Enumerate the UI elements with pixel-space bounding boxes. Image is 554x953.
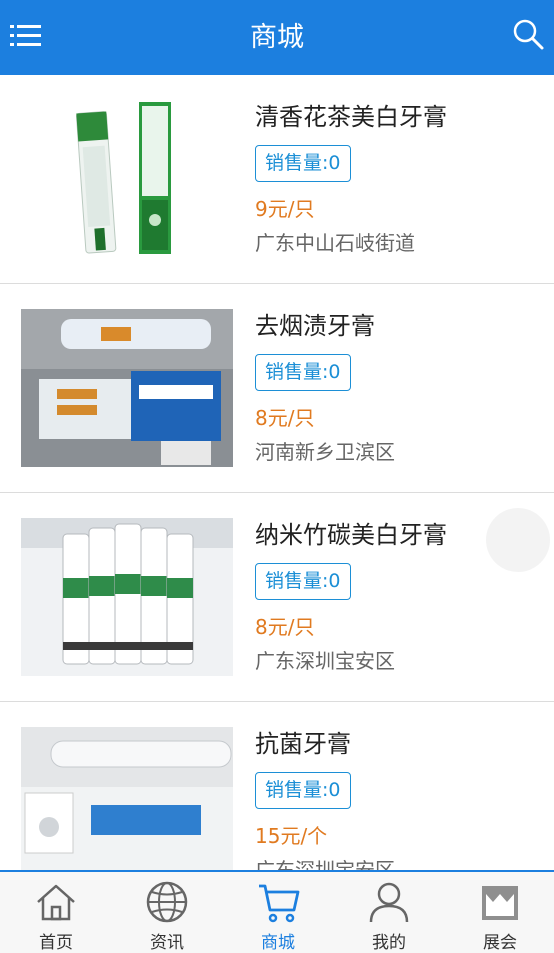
product-price: 9元/只 — [255, 197, 315, 221]
product-price: 15元/个 — [255, 824, 328, 848]
page-title: 商城 — [250, 22, 304, 53]
product-name[interactable]: 纳米竹碳美白牙膏 — [255, 515, 447, 550]
list-item[interactable]: 抗菌牙膏 销售量:0 15元/个 广东深圳宝安区 — [0, 702, 554, 870]
tab-label: 首页 — [39, 933, 73, 953]
product-image — [21, 100, 233, 258]
product-location: 广东深圳宝安区 — [255, 858, 395, 870]
list-item[interactable]: 纳米竹碳美白牙膏 销售量:0 8元/只 广东深圳宝安区 — [0, 493, 554, 702]
store-icon — [482, 886, 518, 920]
tab-news[interactable]: 资讯 — [112, 872, 222, 953]
sales-badge: 销售量:0 — [255, 145, 351, 182]
product-location: 广东中山石岐街道 — [255, 231, 415, 255]
list-item[interactable]: 清香花茶美白牙膏 销售量:0 9元/只 广东中山石岐街道 — [0, 75, 554, 284]
cart-icon — [259, 884, 300, 923]
tab-label: 资讯 — [150, 933, 184, 953]
product-name[interactable]: 抗菌牙膏 — [255, 724, 351, 759]
sales-badge: 销售量:0 — [255, 563, 351, 600]
tab-mine[interactable]: 我的 — [334, 872, 444, 953]
tab-home[interactable]: 首页 — [1, 872, 111, 953]
home-icon — [37, 884, 75, 921]
list-item[interactable]: 去烟渍牙膏 销售量:0 8元/只 河南新乡卫滨区 — [0, 284, 554, 493]
search-icon[interactable] — [510, 16, 546, 52]
tab-label: 商城 — [261, 933, 295, 953]
product-name[interactable]: 去烟渍牙膏 — [255, 306, 375, 341]
sales-badge: 销售量:0 — [255, 772, 351, 809]
product-location: 河南新乡卫滨区 — [255, 440, 395, 464]
product-price: 8元/只 — [255, 615, 315, 639]
product-location: 广东深圳宝安区 — [255, 649, 395, 673]
tab-mall[interactable]: 商城 — [223, 872, 333, 953]
product-image — [21, 309, 233, 467]
menu-icon[interactable] — [8, 18, 44, 54]
globe-icon — [146, 881, 188, 923]
bottom-tab-bar: 首页 资讯 商城 我的 展会 — [0, 870, 554, 953]
product-image — [21, 727, 233, 870]
top-bar: 商城 — [0, 0, 554, 75]
product-price: 8元/只 — [255, 406, 315, 430]
sales-badge: 销售量:0 — [255, 354, 351, 391]
tab-label: 我的 — [372, 933, 406, 953]
touch-ripple — [486, 508, 550, 572]
user-icon — [369, 882, 409, 923]
tab-label: 展会 — [483, 933, 517, 953]
product-name[interactable]: 清香花茶美白牙膏 — [255, 97, 447, 132]
product-image — [21, 518, 233, 676]
tab-expo[interactable]: 展会 — [445, 872, 554, 953]
product-list[interactable]: 清香花茶美白牙膏 销售量:0 9元/只 广东中山石岐街道 去烟渍牙膏 销售量:0… — [0, 75, 554, 870]
